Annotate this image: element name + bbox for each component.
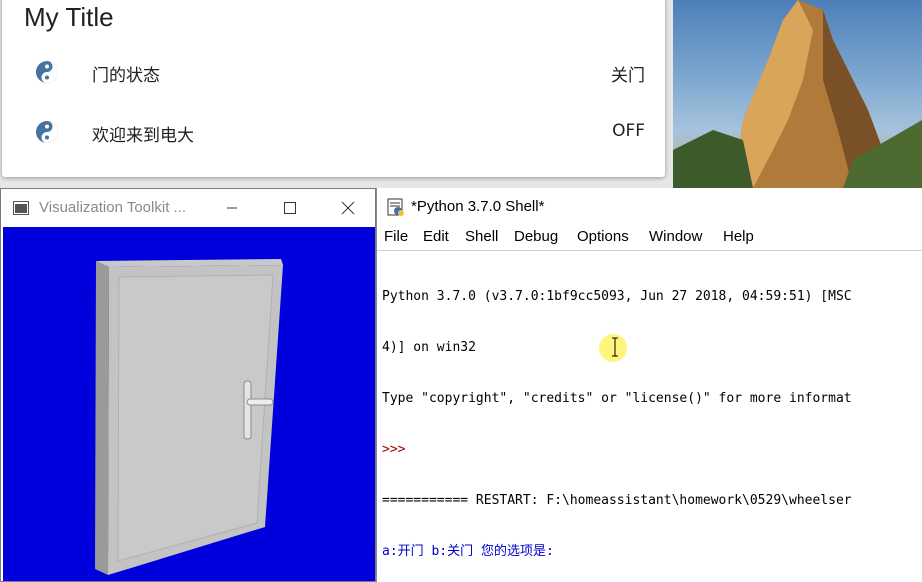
menu-file[interactable]: File [384, 228, 408, 245]
door-model [95, 259, 283, 575]
card-title: My Title [24, 2, 114, 32]
close-button[interactable] [337, 197, 359, 219]
desktop-wallpaper [673, 0, 922, 188]
render-canvas[interactable] [3, 227, 375, 581]
entity-name: 欢迎来到电大 [92, 126, 194, 146]
entity-name: 门的状态 [92, 66, 160, 86]
menu-help[interactable]: Help [723, 228, 754, 245]
menu-edit[interactable]: Edit [423, 228, 449, 245]
shell-line: Python 3.7.0 (v3.7.0:1bf9cc5093, Jun 27 … [382, 289, 852, 304]
entity-state: OFF [612, 121, 645, 141]
python-shell-window[interactable]: *Python 3.7.0 Shell* File Edit Shell Deb… [376, 188, 922, 582]
menu-window[interactable]: Window [649, 228, 702, 245]
vtk-window[interactable]: Visualization Toolkit ... [0, 188, 376, 582]
entities-card: My Title 门的状态 关门 欢迎来到电大 OFF [2, 0, 665, 177]
entity-state: 关门 [611, 66, 645, 86]
shell-line: Type "copyright", "credits" or "license(… [382, 391, 852, 406]
shell-prompt: >>> [382, 442, 414, 457]
yin-yang-icon [36, 121, 58, 143]
shell-input-prompt[interactable]: a:开门 b:关门 您的选项是: [382, 543, 922, 560]
shell-line: 4)] on win32 [382, 340, 476, 355]
menu-shell[interactable]: Shell [465, 228, 498, 245]
mountain-image [673, 0, 922, 188]
menu-options[interactable]: Options [577, 228, 629, 245]
entity-row-door-status[interactable]: 门的状态 关门 [2, 52, 665, 92]
window-app-icon [13, 201, 29, 215]
yin-yang-icon [36, 61, 58, 83]
shell-titlebar[interactable]: *Python 3.7.0 Shell* [377, 188, 922, 226]
entity-row-welcome[interactable]: 欢迎来到电大 OFF [2, 112, 665, 152]
menu-debug[interactable]: Debug [514, 228, 558, 245]
window-title: Visualization Toolkit ... [39, 199, 187, 216]
shell-restart-line: =========== RESTART: F:\homeassistant\ho… [382, 493, 852, 508]
shell-output[interactable]: Python 3.7.0 (v3.7.0:1bf9cc5093, Jun 27 … [382, 254, 922, 582]
vtk-titlebar[interactable]: Visualization Toolkit ... [1, 189, 375, 227]
menu-bar: File Edit Shell Debug Options Window Hel… [377, 226, 922, 251]
window-title: *Python 3.7.0 Shell* [411, 198, 545, 215]
text-cursor-icon [612, 337, 618, 357]
maximize-button[interactable] [279, 197, 301, 219]
idle-app-icon [387, 198, 404, 216]
minimize-button[interactable] [221, 197, 243, 219]
